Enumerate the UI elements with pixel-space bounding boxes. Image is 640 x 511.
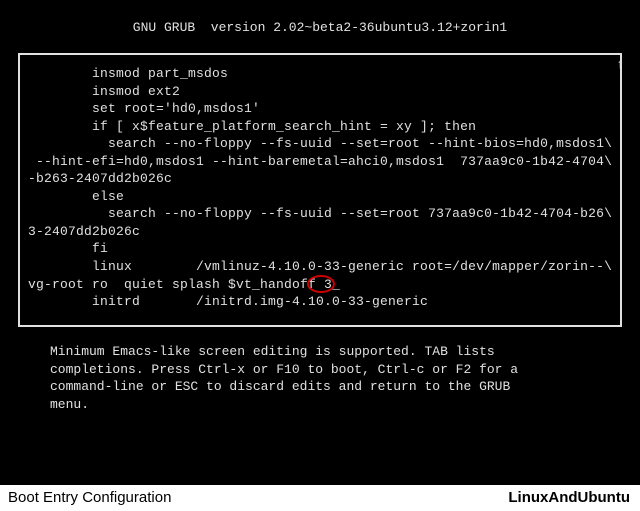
footer-caption-right: LinuxAndUbuntu <box>508 485 630 511</box>
scroll-up-icon: ↑ <box>616 57 624 72</box>
footer-caption-left: Boot Entry Configuration <box>8 485 171 511</box>
help-text: Minimum Emacs-like screen editing is sup… <box>50 343 590 413</box>
editor-wrap: ↑ insmod part_msdos insmod ext2 set root… <box>18 53 622 327</box>
footer-bar: Boot Entry Configuration LinuxAndUbuntu <box>0 485 640 511</box>
grub-title: GNU GRUB version 2.02~beta2-36ubuntu3.12… <box>0 0 640 43</box>
grub-editor[interactable]: insmod part_msdos insmod ext2 set root='… <box>18 53 622 327</box>
